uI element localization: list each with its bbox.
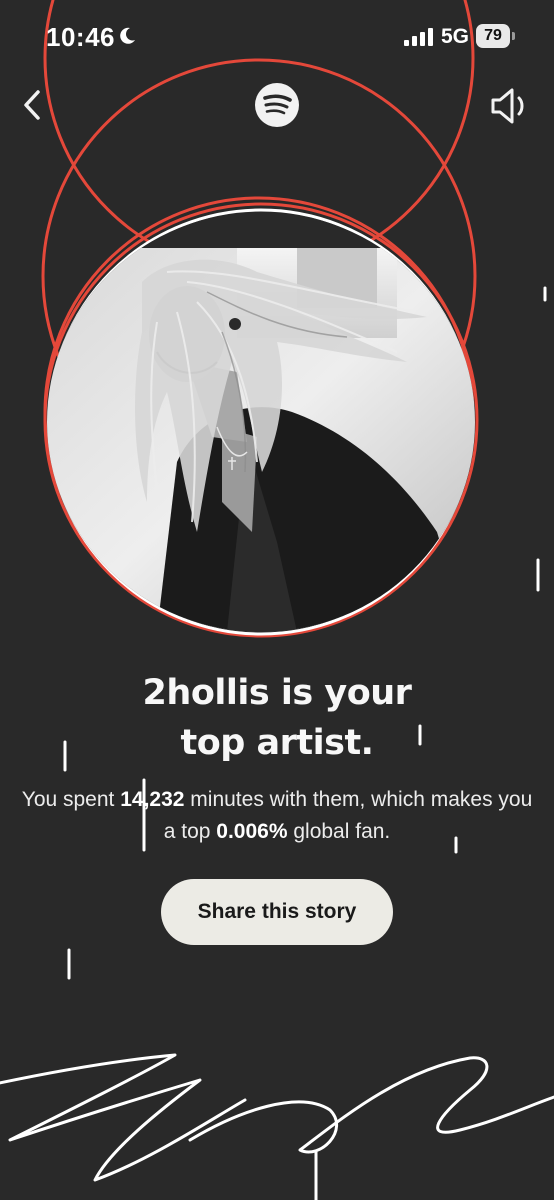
moon-icon <box>120 27 135 44</box>
headline-line-2: top artist. <box>180 723 374 763</box>
spotify-logo-icon <box>255 83 299 127</box>
headline: 2hollis is your top artist. <box>0 668 554 768</box>
battery-level: 79 <box>476 24 510 48</box>
signal-icon <box>404 28 433 46</box>
chevron-left-icon <box>24 90 40 120</box>
headline-line-1: 2hollis is your <box>142 673 412 713</box>
summary-part-1: You spent <box>21 788 121 811</box>
share-story-button[interactable]: Share this story <box>161 879 393 945</box>
status-bar: 10:46 5G 79 <box>0 0 554 72</box>
network-label: 5G <box>441 25 470 48</box>
summary-part-3: global fan. <box>287 820 391 843</box>
artist-photo-image <box>47 212 475 632</box>
summary-text: You spent 14,232 minutes with them, whic… <box>20 784 534 848</box>
status-time: 10:46 <box>46 22 115 52</box>
speaker-icon <box>491 88 524 124</box>
scribble-decoration <box>0 1053 554 1182</box>
battery-tip <box>512 32 515 40</box>
artist-photo <box>47 212 475 632</box>
sound-button[interactable] <box>488 84 532 128</box>
percentile-value: 0.006% <box>216 820 288 843</box>
minutes-value: 14,232 <box>120 788 185 811</box>
wrapped-story-screen: 10:46 5G 79 2hollis is your top artist. … <box>0 0 554 1200</box>
back-button[interactable] <box>14 82 54 128</box>
battery-icon: 79 <box>476 24 516 48</box>
